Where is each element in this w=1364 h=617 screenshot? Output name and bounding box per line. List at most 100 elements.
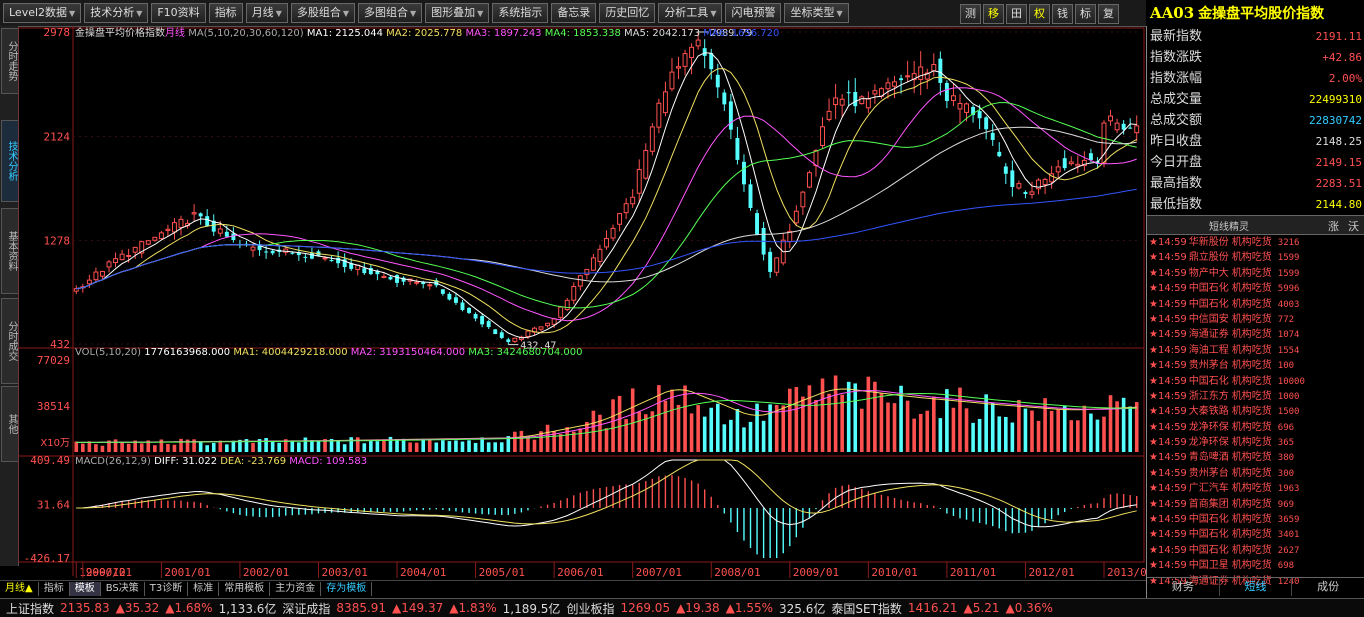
- side-tab-2[interactable]: 成份: [1292, 578, 1364, 596]
- wizard-time: 14:59: [1157, 375, 1187, 387]
- ticker-name[interactable]: 泰国SET指数: [831, 600, 902, 617]
- list-item[interactable]: ★14:59 浙江东方 机构吃货 1000: [1147, 389, 1364, 404]
- volume-bar: [663, 400, 668, 452]
- list-item[interactable]: ★14:59 中国石化 机构吃货 10000: [1147, 374, 1364, 389]
- list-item[interactable]: ★14:59 中国石化 机构吃货 4003: [1147, 297, 1364, 312]
- toolbar-button-label: 月线: [251, 6, 274, 19]
- wizard-stock: 龙净环保: [1188, 437, 1229, 449]
- wizard-stock: 中国石化: [1188, 298, 1229, 310]
- toolbar-button-3[interactable]: 指标: [208, 3, 243, 23]
- toolbar-button-10[interactable]: 历史回忆: [599, 3, 656, 23]
- volume-bar: [493, 442, 498, 452]
- list-item[interactable]: ★14:59 首商集团 机构吃货 969: [1147, 497, 1364, 512]
- list-item[interactable]: ★14:59 华新股份 机构吃货 3216: [1147, 235, 1364, 250]
- left-tab-1[interactable]: 技术分析: [1, 120, 19, 202]
- toolbar-button-7[interactable]: 图形叠加 ▼: [425, 3, 490, 23]
- ticker-name[interactable]: 上证指数: [6, 600, 54, 617]
- template-tab-3[interactable]: BS决策: [101, 582, 145, 596]
- template-tab-1[interactable]: 指标: [39, 582, 70, 596]
- ticker-name[interactable]: 深证成指: [282, 600, 330, 617]
- chart-area[interactable]: 2978212412784322989.79432.47金操盘平均价格指数月线 …: [18, 26, 1146, 580]
- template-tab-7[interactable]: 主力资金: [270, 582, 322, 596]
- wizard-filter-button[interactable]: 涨: [1328, 218, 1339, 234]
- wizard-event: 机构吃货: [1231, 283, 1272, 295]
- volume-bar: [395, 439, 399, 452]
- candle: [636, 159, 642, 203]
- macd-y-tick: 31.64: [37, 498, 70, 511]
- wizard-stock: 浙江东方: [1188, 390, 1229, 402]
- left-tab-4[interactable]: 其他: [1, 386, 19, 462]
- list-item[interactable]: ★14:59 贵州茅台 机构吃货 300: [1147, 466, 1364, 481]
- list-item[interactable]: ★14:59 鼎立股份 机构吃货 1599: [1147, 250, 1364, 265]
- ticker-name[interactable]: 创业板指: [566, 600, 614, 617]
- template-tab-5[interactable]: 标准: [188, 582, 220, 596]
- side-tab-1[interactable]: 短线: [1220, 578, 1293, 596]
- view-toggle-button-0[interactable]: 测: [960, 4, 981, 24]
- stat-row: 总成交量 22499310: [1147, 89, 1364, 110]
- view-toggle-button-4[interactable]: 钱: [1052, 4, 1073, 24]
- list-item[interactable]: ★14:59 中国石化 机构吃货 2627: [1147, 543, 1364, 558]
- toolbar-button-12[interactable]: 闪电预警: [725, 3, 782, 23]
- volume-unit: X10万: [40, 438, 70, 449]
- list-item[interactable]: ★14:59 贵州茅台 机构吃货 100: [1147, 358, 1364, 373]
- ticker-pct: ▲0.36%: [1005, 601, 1053, 615]
- view-toggle-button-1[interactable]: 移: [983, 4, 1004, 24]
- toolbar-button-8[interactable]: 系统指示: [492, 3, 549, 23]
- toolbar-button-2[interactable]: F10资料: [151, 3, 206, 23]
- x-tick-label: 2012/01: [1028, 566, 1074, 579]
- side-tab-0[interactable]: 财务: [1147, 578, 1220, 596]
- list-item[interactable]: ★14:59 中国石化 机构吃货 3659: [1147, 512, 1364, 527]
- list-item[interactable]: ★14:59 中信国安 机构吃货 772: [1147, 312, 1364, 327]
- list-item[interactable]: ★14:59 青岛啤酒 机构吃货 380: [1147, 450, 1364, 465]
- view-toggle-button-6[interactable]: 复: [1098, 4, 1119, 24]
- list-item[interactable]: ★14:59 海油工程 机构吃货 1554: [1147, 343, 1364, 358]
- toolbar-button-5[interactable]: 多股组合 ▼: [290, 3, 355, 23]
- volume-bar: [231, 440, 236, 452]
- candle: [93, 267, 99, 283]
- wizard-settings-button[interactable]: 沃: [1348, 218, 1359, 234]
- list-item[interactable]: ★14:59 中国石化 机构吃货 5996: [1147, 281, 1364, 296]
- wizard-volume: 365: [1277, 438, 1295, 449]
- volume-bar: [1089, 413, 1093, 452]
- list-item[interactable]: ★14:59 海通证券 机构吃货 1074: [1147, 327, 1364, 342]
- wizard-event: 机构吃货: [1231, 237, 1272, 248]
- candle: [1062, 150, 1067, 171]
- view-toggle-button-5[interactable]: 标: [1075, 4, 1096, 24]
- candle: [113, 252, 119, 268]
- candle: [132, 246, 138, 260]
- left-tab-2[interactable]: 基本资料: [1, 208, 19, 294]
- toolbar-button-0[interactable]: Level2数据 ▼: [3, 3, 82, 23]
- view-toggle-button-2[interactable]: 田: [1006, 4, 1027, 24]
- left-tab-0[interactable]: 分时走势: [1, 28, 19, 94]
- list-item[interactable]: ★14:59 中国卫星 机构吃货 698: [1147, 558, 1364, 573]
- template-tab-6[interactable]: 常用模板: [219, 582, 271, 596]
- wizard-list[interactable]: ★14:59 华新股份 机构吃货 3216 ★14:59 鼎立股份 机构吃货 1599 ★14:…: [1147, 235, 1364, 589]
- template-tab-4[interactable]: T3诊断: [145, 582, 189, 596]
- list-item[interactable]: ★14:59 龙净环保 机构吃货 696: [1147, 420, 1364, 435]
- toolbar-button-1[interactable]: 技术分析 ▼: [84, 3, 149, 23]
- toolbar-button-9[interactable]: 备忘录: [551, 3, 597, 23]
- list-item[interactable]: ★14:59 物产中大 机构吃货 1599: [1147, 266, 1364, 281]
- candle: [493, 328, 498, 335]
- toolbar-button-label: 指标: [214, 6, 237, 19]
- star-icon: ★: [1149, 544, 1158, 556]
- candle: [139, 240, 145, 258]
- template-tab-0[interactable]: 月线▲: [0, 582, 39, 596]
- list-item[interactable]: ★14:59 大秦铁路 机构吃货 1500: [1147, 404, 1364, 419]
- list-item[interactable]: ★14:59 龙净环保 机构吃货 365: [1147, 435, 1364, 450]
- list-item[interactable]: ★14:59 中国石化 机构吃货 3401: [1147, 527, 1364, 542]
- toolbar-button-6[interactable]: 多图组合 ▼: [358, 3, 423, 23]
- left-tab-3[interactable]: 分时成交: [1, 298, 19, 384]
- template-tab-2[interactable]: 模板: [69, 582, 101, 596]
- list-item[interactable]: ★14:59 广汇汽车 机构吃货 1963: [1147, 481, 1364, 496]
- toolbar-button-4[interactable]: 月线 ▼: [245, 3, 288, 23]
- view-toggle-button-3[interactable]: 权: [1029, 4, 1050, 24]
- volume-bar: [290, 441, 295, 452]
- candle: [997, 142, 1002, 158]
- toolbar-button-13[interactable]: 坐标类型 ▼: [784, 3, 849, 23]
- toolbar-button-11[interactable]: 分析工具 ▼: [658, 3, 723, 23]
- volume-bar: [310, 440, 314, 452]
- template-tab-8[interactable]: 存为模板: [321, 582, 373, 596]
- candle: [604, 230, 609, 250]
- wizard-volume: 1000: [1277, 391, 1300, 402]
